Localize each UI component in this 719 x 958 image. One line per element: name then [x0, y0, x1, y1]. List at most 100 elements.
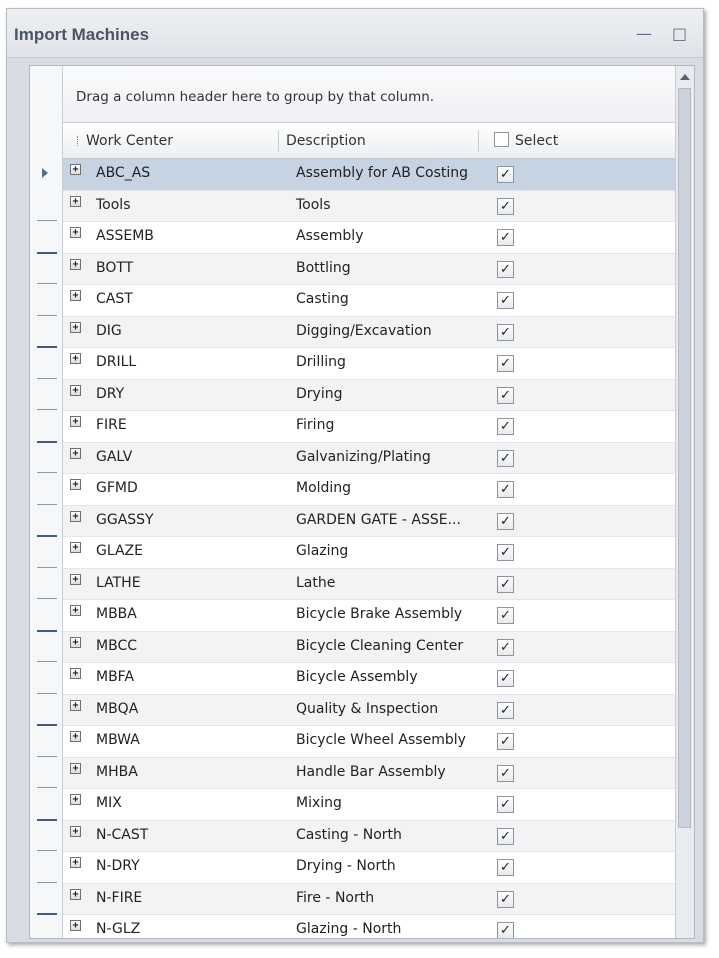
select-checkbox[interactable]: ✓: [497, 166, 514, 183]
select-checkbox[interactable]: ✓: [497, 827, 514, 845]
expand-row-icon[interactable]: +: [70, 290, 81, 301]
select-checkbox[interactable]: ✓: [497, 386, 514, 404]
column-grip-icon[interactable]: [77, 136, 80, 146]
expand-row-icon[interactable]: +: [70, 731, 81, 742]
table-row[interactable]: + MIX Mixing ✓: [63, 789, 694, 821]
expand-row-icon[interactable]: +: [70, 699, 81, 711]
expand-row-icon[interactable]: +: [70, 888, 81, 900]
table-row[interactable]: + CAST Casting ✓: [63, 285, 694, 317]
table-row[interactable]: + MBWA Bicycle Wheel Assembly ✓: [63, 726, 694, 758]
select-checkbox[interactable]: ✓: [497, 512, 514, 530]
table-row[interactable]: + LATHE Lathe ✓: [63, 568, 694, 600]
select-checkbox[interactable]: ✓: [497, 418, 514, 435]
table-row[interactable]: + GGASSY GARDEN GATE - ASSE... ✓: [63, 505, 694, 537]
expand-row-icon[interactable]: +: [70, 857, 81, 868]
expand-row-icon[interactable]: +: [70, 920, 81, 931]
select-checkbox[interactable]: ✓: [497, 764, 514, 782]
cell-work-center: MBCC: [96, 637, 137, 654]
cell-work-center: MBBA: [96, 606, 137, 622]
expand-row-icon[interactable]: +: [70, 195, 81, 207]
expand-row-icon[interactable]: +: [70, 321, 81, 333]
select-checkbox[interactable]: ✓: [497, 607, 514, 624]
table-row[interactable]: + MHBA Handle Bar Assembly ✓: [63, 757, 694, 789]
table-row[interactable]: + GALV Galvanizing/Plating ✓: [63, 442, 694, 474]
select-checkbox[interactable]: ✓: [497, 355, 514, 372]
table-row[interactable]: + ABC_AS Assembly for AB Costing ✓: [63, 159, 694, 191]
table-row[interactable]: + BOTT Bottling ✓: [63, 253, 694, 285]
group-by-panel[interactable]: Drag a column header here to group by th…: [63, 66, 694, 123]
cell-work-center: GGASSY: [96, 511, 154, 528]
table-row[interactable]: + N-CAST Casting - North ✓: [63, 820, 694, 852]
table-row[interactable]: + GLAZE Glazing ✓: [63, 537, 694, 569]
select-checkbox[interactable]: ✓: [497, 481, 514, 498]
table-row[interactable]: + DIG Digging/Excavation ✓: [63, 316, 694, 348]
expand-row-icon[interactable]: +: [70, 447, 81, 459]
select-checkbox[interactable]: ✓: [497, 575, 514, 593]
select-checkbox[interactable]: ✓: [497, 229, 514, 246]
cell-description: Bicycle Wheel Assembly: [296, 732, 466, 748]
minimize-button[interactable]: —: [636, 26, 652, 42]
select-all-checkbox[interactable]: [494, 132, 509, 147]
select-checkbox[interactable]: ✓: [497, 197, 514, 215]
column-separator[interactable]: [478, 130, 479, 152]
column-header-description[interactable]: Description: [286, 124, 366, 158]
expand-row-icon[interactable]: +: [70, 510, 81, 522]
select-checkbox[interactable]: ✓: [497, 701, 514, 719]
expand-row-icon[interactable]: +: [70, 636, 81, 648]
scroll-thumb[interactable]: [678, 88, 691, 828]
cell-description: Firing: [296, 417, 335, 433]
table-row[interactable]: + Tools Tools ✓: [63, 190, 694, 222]
expand-row-icon[interactable]: +: [70, 794, 81, 805]
column-separator[interactable]: [278, 130, 279, 152]
select-checkbox[interactable]: ✓: [497, 922, 514, 938]
select-checkbox[interactable]: ✓: [497, 638, 514, 656]
select-checkbox[interactable]: ✓: [497, 796, 514, 813]
select-checkbox[interactable]: ✓: [497, 670, 514, 687]
cell-description: Assembly for AB Costing: [296, 165, 469, 181]
grid-rows: + ABC_AS Assembly for AB Costing ✓ + Tools Too…: [63, 159, 694, 938]
table-row[interactable]: + MBQA Quality & Inspection ✓: [63, 694, 694, 726]
expand-row-icon[interactable]: +: [70, 825, 81, 837]
select-checkbox[interactable]: ✓: [497, 733, 514, 750]
select-checkbox[interactable]: ✓: [497, 859, 514, 876]
table-row[interactable]: + N-FIRE Fire - North ✓: [63, 883, 694, 915]
table-row[interactable]: + DRILL Drilling ✓: [63, 348, 694, 380]
row-indicator-tick: [37, 787, 57, 788]
expand-row-icon[interactable]: +: [70, 416, 81, 427]
table-row[interactable]: + FIRE Firing ✓: [63, 411, 694, 443]
cell-description: Casting: [296, 291, 349, 307]
select-checkbox[interactable]: ✓: [497, 323, 514, 341]
expand-row-icon[interactable]: +: [70, 762, 81, 774]
table-row[interactable]: + N-DRY Drying - North ✓: [63, 852, 694, 884]
column-header-select[interactable]: Select: [515, 124, 558, 158]
expand-row-icon[interactable]: +: [70, 605, 81, 616]
expand-row-icon[interactable]: +: [70, 479, 81, 490]
expand-row-icon[interactable]: +: [70, 227, 81, 238]
select-checkbox[interactable]: ✓: [497, 449, 514, 467]
table-row[interactable]: + DRY Drying ✓: [63, 379, 694, 411]
cell-description: Drying: [296, 385, 343, 402]
maximize-button[interactable]: □: [672, 26, 687, 42]
table-row[interactable]: + MBCC Bicycle Cleaning Center ✓: [63, 631, 694, 663]
expand-row-icon[interactable]: +: [70, 668, 81, 679]
expand-row-icon[interactable]: +: [70, 384, 81, 396]
expand-row-icon[interactable]: +: [70, 258, 81, 270]
select-checkbox[interactable]: ✓: [497, 890, 514, 908]
table-row[interactable]: + MBFA Bicycle Assembly ✓: [63, 663, 694, 695]
table-row[interactable]: + MBBA Bicycle Brake Assembly ✓: [63, 600, 694, 632]
row-indicator-tick: [37, 472, 57, 473]
expand-row-icon[interactable]: +: [70, 573, 81, 585]
column-header-work-center[interactable]: Work Center: [86, 124, 173, 158]
expand-row-icon[interactable]: +: [70, 164, 81, 175]
vertical-scrollbar[interactable]: [675, 66, 694, 938]
table-row[interactable]: + N-GLZ Glazing - North ✓: [63, 915, 694, 938]
select-checkbox[interactable]: ✓: [497, 292, 514, 309]
select-checkbox[interactable]: ✓: [497, 544, 514, 561]
scroll-up-arrow-icon[interactable]: [680, 74, 690, 80]
expand-row-icon[interactable]: +: [70, 542, 81, 553]
select-checkbox[interactable]: ✓: [497, 260, 514, 278]
row-indicator-tick: [37, 692, 57, 694]
table-row[interactable]: + ASSEMB Assembly ✓: [63, 222, 694, 254]
table-row[interactable]: + GFMD Molding ✓: [63, 474, 694, 506]
expand-row-icon[interactable]: +: [70, 353, 81, 364]
